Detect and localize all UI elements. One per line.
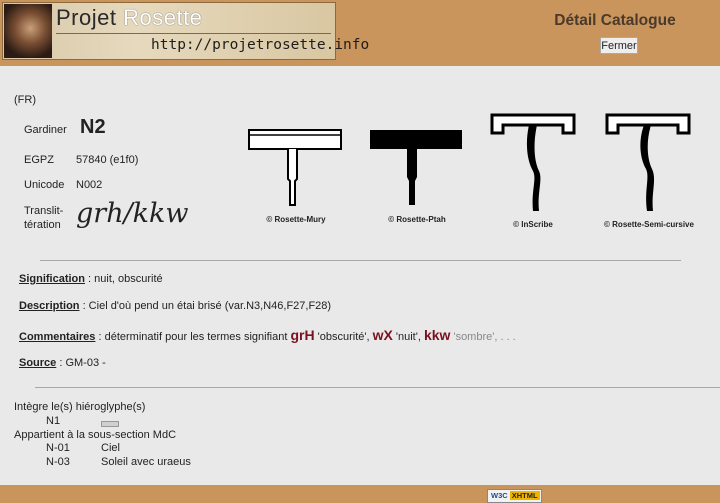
glyph-semicursive-credit: © Rosette-Semi-cursive [604,220,694,229]
glyph-inscribe-credit: © InScribe [513,220,553,229]
signification-field: Signification : nuit, obscurité [19,273,163,285]
egpz-value: 57840 (e1f0) [76,154,139,166]
description-key: Description [19,300,80,312]
integrated-glyph-thumbnail[interactable] [101,421,119,427]
subsection-label: Appartient à la sous-section MdC [14,429,177,441]
glyph-ptah-image [370,130,462,205]
source-key: Source [19,357,57,369]
portrait-image [4,4,52,58]
term-wx: wX [372,327,393,343]
source-field: Source : GM-03 - [19,357,106,369]
subsection-code-2[interactable]: N-03 [46,456,70,468]
header-bar: Projet Rosette http://projetrosette.info… [0,0,720,66]
gloss-obscurite: 'obscurité', [314,331,373,343]
gardiner-label: Gardiner [24,124,67,136]
unicode-label: Unicode [24,179,65,191]
egpz-label: EGPZ [24,154,54,166]
xhtml-validator-badge[interactable]: W3C XHTML [487,489,542,503]
gloss-sombre: 'sombre' [450,331,495,343]
commentaires-tail: , . . . [494,331,516,343]
language-tag: (FR) [14,94,36,106]
catalog-title: Détail Catalogue [554,12,676,29]
description-field: Description : Ciel d'où pend un étai bri… [19,300,331,312]
integrated-glyph-link[interactable]: N1 [46,415,60,427]
transliteration-value: grh/kkw [76,198,189,229]
glyph-semicursive-image [605,113,691,211]
glyph-inscribe-image [490,113,576,211]
subsection-name-2[interactable]: Soleil avec uraeus [101,456,191,468]
integrates-label: Intègre le(s) hiéroglyphe(s) [14,401,146,413]
gloss-nuit: 'nuit', [392,331,424,343]
glyph-ptah-credit: © Rosette-Ptah [388,215,446,224]
logo-divider [56,33,331,34]
source-text: : GM-03 - [56,357,106,369]
subsection-name-1[interactable]: Ciel [101,442,120,454]
footer-bar [0,485,720,503]
commentaires-field: Commentaires : déterminatif pour les ter… [19,327,516,343]
site-logo[interactable]: Projet Rosette http://projetrosette.info [2,2,369,60]
description-text: : Ciel d'où pend un étai brisé (var.N3,N… [79,300,332,312]
logo-url: http://projetrosette.info [151,37,370,53]
section-divider-2 [35,387,720,388]
subsection-code-1[interactable]: N-01 [46,442,70,454]
unicode-value: N002 [76,179,103,191]
badge-xhtml-text: XHTML [509,491,540,500]
badge-w3c-text: W3C [491,491,508,500]
translit-label-line1: Translit- [24,205,64,217]
gardiner-value: N2 [80,116,106,138]
glyph-mury-credit: © Rosette-Mury [266,215,326,224]
logo-title: Projet Rosette [56,5,203,30]
close-button[interactable]: Fermer [600,37,638,54]
signification-text: : nuit, obscurité [85,273,163,285]
term-grh: grH [290,327,315,343]
signification-key: Signification [19,273,85,285]
section-divider-1 [40,260,681,261]
term-kkw: kkw [423,327,451,343]
commentaires-key: Commentaires [19,331,96,343]
commentaires-text: : déterminatif pour les termes signifian… [95,331,291,343]
translit-label-line2: tération [24,219,61,231]
glyph-mury-image [248,129,342,206]
